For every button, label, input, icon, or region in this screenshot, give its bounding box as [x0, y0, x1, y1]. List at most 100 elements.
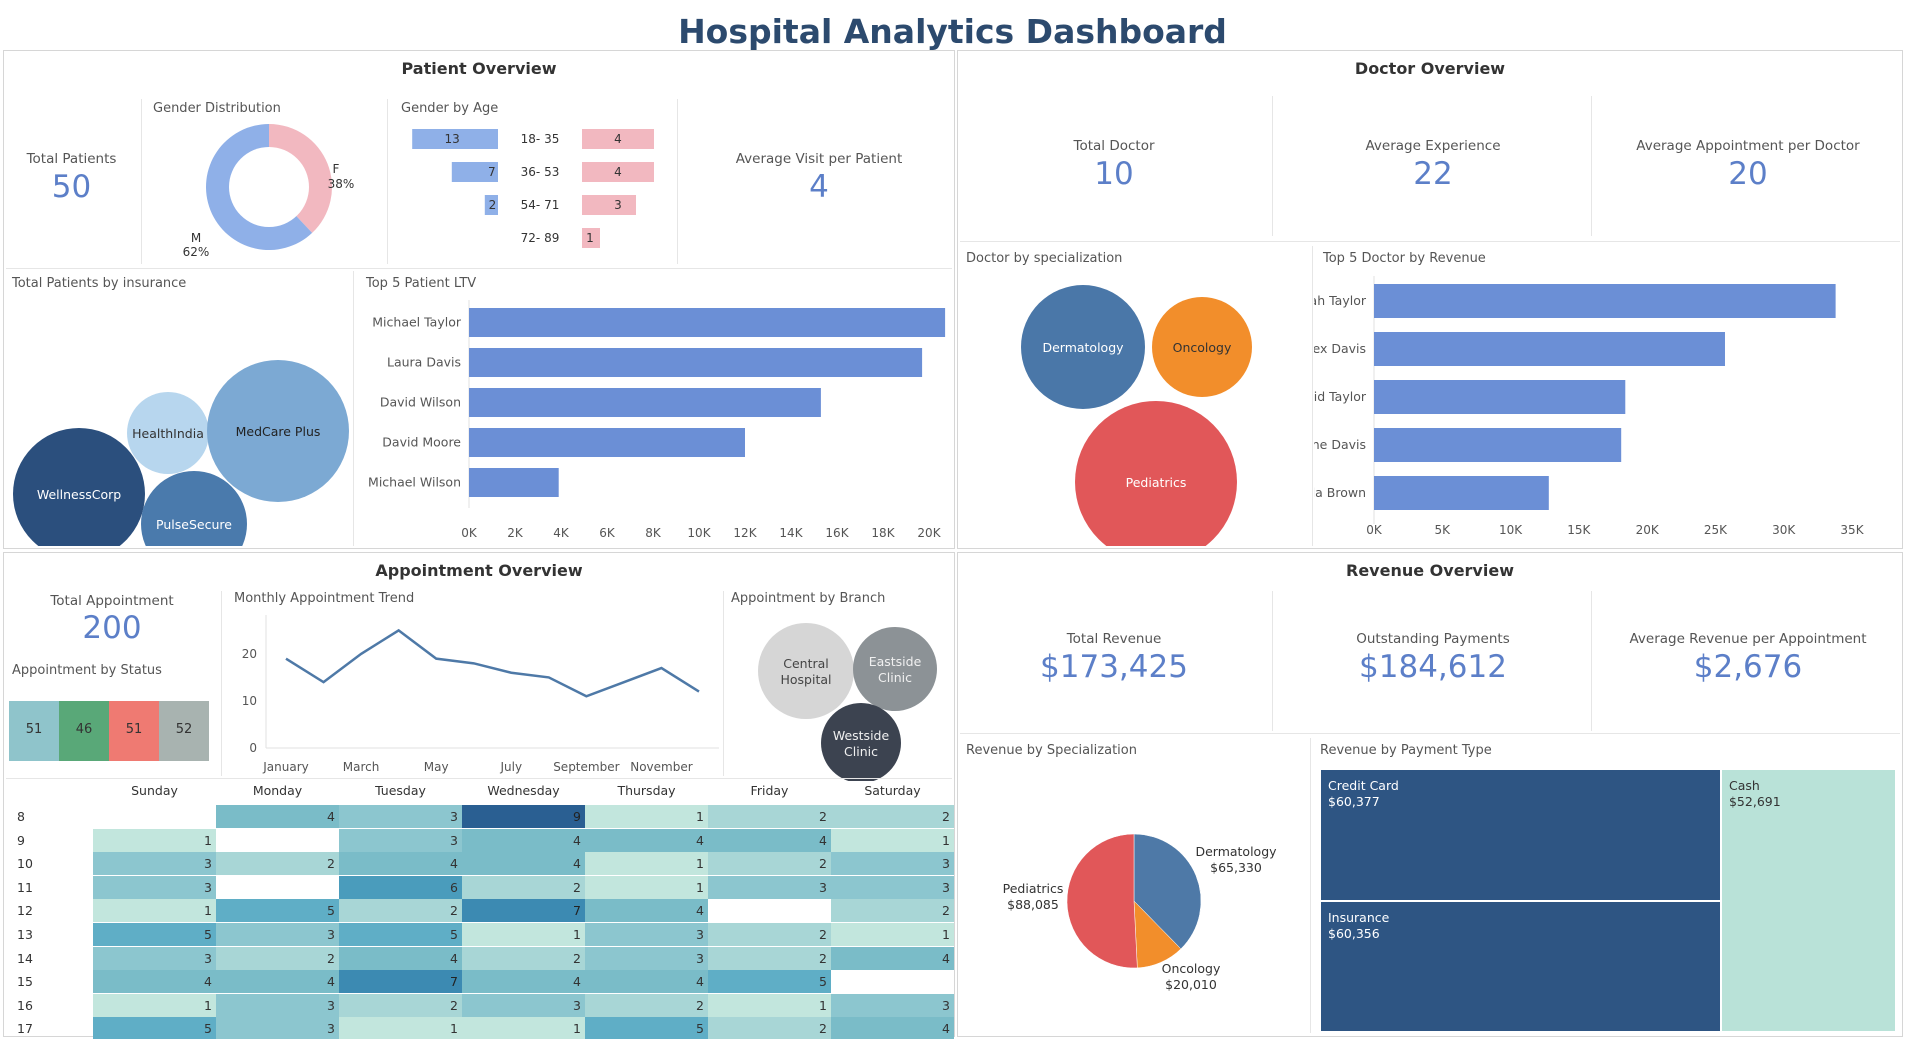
heatmap-cell: 1: [708, 993, 831, 1017]
heatmap-cell: 4: [339, 852, 462, 876]
heatmap-cell: 3: [216, 923, 339, 947]
x-tick-label: 10K: [1499, 523, 1523, 537]
heatmap-cell: 2: [339, 899, 462, 923]
heatmap-cell: 3: [216, 1017, 339, 1039]
heatmap-cell: [216, 828, 339, 852]
heatmap-row-label: 15: [17, 974, 33, 990]
age-group-label: 72- 89: [521, 231, 560, 245]
heatmap-col-header: Tuesday: [375, 783, 426, 798]
revenue-slice-value: $20,010: [1165, 977, 1217, 992]
heatmap-cell: 4: [585, 828, 708, 852]
avg-exp-value: 22: [1413, 156, 1453, 192]
heatmap-cell: 3: [831, 875, 954, 899]
heatmap-col-header: Sunday: [131, 783, 178, 798]
male-age-value: 2: [489, 198, 497, 212]
specialization-label: Dermatology: [1042, 340, 1124, 355]
heatmap-cell: 3: [339, 828, 462, 852]
branch-label: Central: [783, 656, 829, 671]
avg-visit-label: Average Visit per Patient: [735, 151, 903, 167]
treemap-cell-0: Credit Card $60,377: [1320, 769, 1721, 901]
heatmap-cell: 1: [93, 993, 216, 1017]
treemap-value: $52,691: [1728, 794, 1781, 809]
x-tick-label: 2K: [507, 526, 524, 540]
insurance-title: Total Patients by insurance: [12, 276, 187, 291]
specialization-label: Oncology: [1173, 340, 1232, 355]
heatmap-cell: 2: [708, 852, 831, 876]
status-box-2: 51: [109, 701, 159, 761]
revenue-spec-pie: Dermatology$65,330 Oncology$20,010 Pediatr…: [1003, 833, 1277, 992]
heatmap-row-label: 16: [17, 997, 33, 1013]
total-appointment-label: Total Appointment: [50, 593, 174, 609]
avg-appt-value: 20: [1728, 156, 1768, 192]
heatmap-col-header: Thursday: [617, 783, 676, 798]
x-tick-label: 4K: [553, 526, 570, 540]
heatmap-cell: 4: [831, 1017, 954, 1039]
bar-category-label: Sarah Taylor: [1314, 293, 1367, 308]
age-group-label: 36- 53: [521, 165, 560, 179]
bar-3: [469, 428, 745, 457]
heatmap-cell: 3: [708, 875, 831, 899]
total-revenue-value: $173,425: [1040, 649, 1188, 685]
revenue-spec-title: Revenue by Specialization: [966, 743, 1137, 758]
heatmap-col-header: Monday: [252, 783, 303, 798]
specialization-bubble-2: [1075, 401, 1237, 546]
heatmap-row-label: 17: [17, 1021, 33, 1037]
insurance-label: HealthIndia: [132, 426, 204, 441]
x-tick-label: 12K: [733, 526, 757, 540]
bar-category-label: Michael Taylor: [372, 315, 462, 330]
revenue-slice-label: Pediatrics: [1003, 881, 1064, 896]
doctor-specialization-chart: Dermatology Oncology Pediatrics: [1021, 285, 1252, 546]
bar-2: [469, 388, 821, 417]
x-tick-label: 6K: [599, 526, 616, 540]
bar-category-label: Michael Wilson: [368, 475, 461, 490]
treemap-label: Cash: [1728, 778, 1760, 793]
gender-pct-m: 62%: [183, 245, 210, 259]
heatmap-cell: 2: [831, 899, 954, 923]
branch-label: Clinic: [844, 744, 878, 759]
heatmap-cell: 5: [708, 970, 831, 994]
x-tick-label: 16K: [825, 526, 849, 540]
female-age-value: 1: [586, 231, 594, 245]
total-revenue-label: Total Revenue: [1066, 631, 1162, 647]
trend-x-tick: November: [630, 760, 692, 774]
x-tick-label: 0K: [1366, 523, 1383, 537]
bar-category-label: David Moore: [382, 435, 461, 450]
x-tick-label: 14K: [779, 526, 803, 540]
insurance-bubble-chart: WellnessCorp HealthIndia MedCare Plus Pulse…: [13, 360, 349, 546]
heatmap-cell: 1: [831, 828, 954, 852]
branch-label: Westside: [833, 728, 890, 743]
patient-ltv-chart: Michael Taylor Laura Davis David Wilson Dav…: [368, 300, 946, 540]
appointment-status-title: Appointment by Status: [12, 663, 162, 678]
heatmap-cell: [93, 805, 216, 829]
heatmap-cell: 5: [216, 899, 339, 923]
insurance-label: PulseSecure: [156, 517, 232, 532]
bar-category-label: Alex Davis: [1314, 341, 1366, 356]
heatmap-cell: 2: [708, 1017, 831, 1039]
female-age-value: 4: [614, 165, 622, 179]
heatmap-cell: 3: [462, 993, 585, 1017]
branch-bubble-1: [853, 627, 937, 711]
heatmap-cell: 1: [462, 1017, 585, 1039]
heatmap-cell: 4: [462, 852, 585, 876]
total-appointment-value: 200: [82, 610, 142, 646]
heatmap-cell: 4: [93, 970, 216, 994]
status-box-0: 51: [9, 701, 59, 761]
bar-category-label: Linda Brown: [1314, 485, 1366, 500]
gender-label-m: M: [191, 231, 201, 245]
patient-overview-title: Patient Overview: [401, 59, 557, 78]
revenue-slice-value: $88,085: [1007, 897, 1059, 912]
avg-appt-label: Average Appointment per Doctor: [1636, 138, 1860, 154]
appointment-heatmap: Sunday Monday Tuesday Wednesday Thursday Frid…: [9, 779, 954, 1039]
x-tick-label: 25K: [1704, 523, 1728, 537]
heatmap-cell: 4: [339, 946, 462, 970]
avg-revenue-label: Average Revenue per Appointment: [1629, 631, 1867, 647]
page-title: Hospital Analytics Dashboard: [678, 12, 1227, 51]
revenue-slice-2: [1066, 833, 1138, 969]
bar-3: [1374, 428, 1622, 462]
trend-line: [285, 628, 700, 698]
x-tick-label: 18K: [871, 526, 895, 540]
heatmap-cell: 2: [339, 993, 462, 1017]
heatmap-cell: 1: [93, 899, 216, 923]
heatmap-col-header: Saturday: [864, 783, 921, 798]
trend-x-tick: September: [553, 760, 619, 774]
